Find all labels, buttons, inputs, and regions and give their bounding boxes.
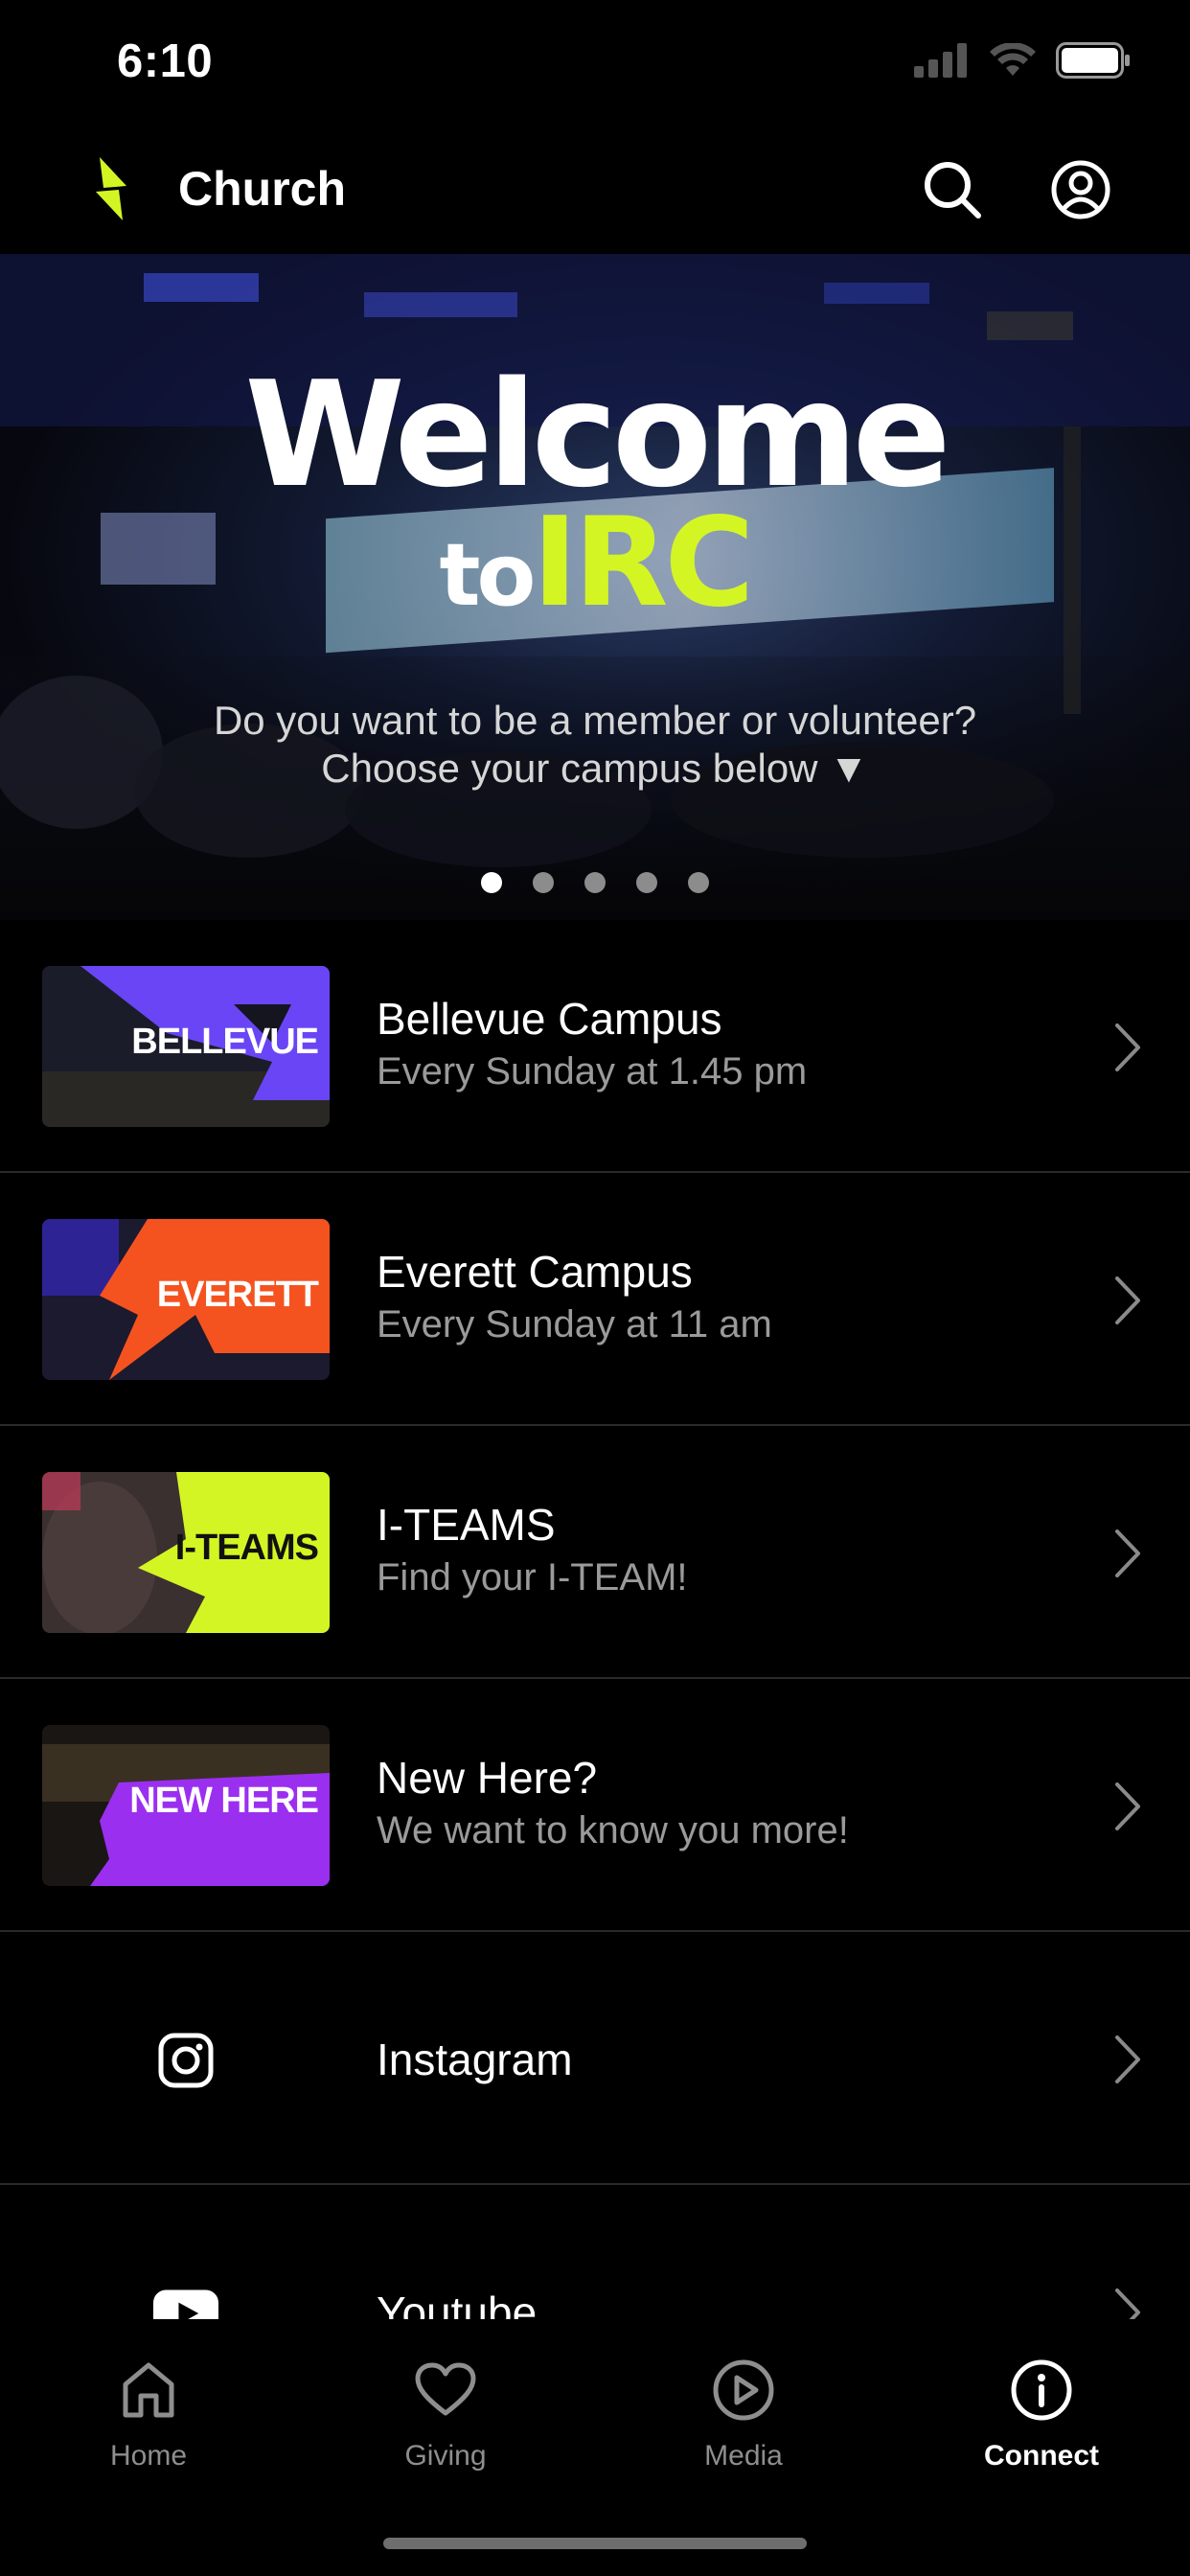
- info-circle-icon: [1011, 2359, 1072, 2421]
- user-circle-icon: [1051, 160, 1110, 219]
- status-icons: [914, 42, 1133, 79]
- thumbnail-label: NEW HERE: [129, 1781, 319, 1821]
- list-item-new-here[interactable]: NEW HERE New Here? We want to know you m…: [0, 1679, 1190, 1932]
- cellular-signal-icon: [914, 43, 967, 78]
- list-item-everett[interactable]: EVERETT Everett Campus Every Sunday at 1…: [0, 1173, 1190, 1426]
- search-icon: [925, 162, 981, 218]
- chevron-right-icon: [1115, 1530, 1140, 1577]
- carousel-dot-1[interactable]: [481, 872, 502, 893]
- list-item-title: Everett Campus: [377, 1247, 693, 1297]
- carousel-dot-3[interactable]: [584, 872, 606, 893]
- thumbnail-bellevue: BELLEVUE: [42, 966, 330, 1127]
- list-item-subtitle: Every Sunday at 1.45 pm: [377, 1050, 808, 1092]
- list-item-title: Instagram: [377, 2035, 573, 2084]
- home-icon: [123, 2362, 174, 2418]
- hero-title-to-irc: toIRC: [0, 492, 1190, 634]
- tab-media[interactable]: Media: [648, 2352, 839, 2472]
- home-indicator[interactable]: [383, 2538, 807, 2549]
- thumbnail-label: BELLEVUE: [131, 1022, 319, 1062]
- tab-label: Connect: [984, 2440, 1099, 2472]
- hero-title-irc: IRC: [532, 492, 754, 634]
- thumbnail-label: I-TEAMS: [174, 1528, 319, 1568]
- status-bar: 6:10: [0, 0, 1190, 129]
- list-item-title: I-TEAMS: [377, 1500, 556, 1550]
- profile-button[interactable]: [1046, 155, 1115, 224]
- tab-label: Media: [704, 2440, 783, 2472]
- tab-home[interactable]: Home: [53, 2352, 244, 2472]
- list-item-subtitle: Every Sunday at 11 am: [377, 1303, 772, 1346]
- status-time: 6:10: [117, 35, 214, 87]
- chevron-right-icon: [1115, 1024, 1140, 1071]
- thumbnail-new-here: NEW HERE: [42, 1725, 330, 1886]
- carousel-dot-5[interactable]: [688, 872, 709, 893]
- connect-list: BELLEVUE Bellevue Campus Every Sunday at…: [0, 920, 1190, 2436]
- search-button[interactable]: [918, 155, 987, 224]
- chevron-right-icon: [1115, 1782, 1140, 1830]
- thumbnail-i-teams: I-TEAMS: [42, 1472, 330, 1633]
- list-item-instagram[interactable]: Instagram: [0, 1932, 1190, 2185]
- wifi-icon: [990, 43, 1036, 76]
- app-header: Church: [0, 144, 1190, 240]
- tab-giving[interactable]: Giving: [350, 2352, 541, 2472]
- thumbnail-label: EVERETT: [156, 1275, 319, 1315]
- list-item-bellevue[interactable]: BELLEVUE Bellevue Campus Every Sunday at…: [0, 920, 1190, 1173]
- list-item-title: Bellevue Campus: [377, 994, 722, 1044]
- hero-title-to: to: [439, 525, 537, 626]
- list-item-subtitle: Find your I-TEAM!: [377, 1556, 688, 1598]
- hero-banner[interactable]: Welcome toIRC Do you want to be a member…: [0, 254, 1190, 920]
- thumbnail-everett: EVERETT: [42, 1219, 330, 1380]
- tab-label: Giving: [404, 2440, 487, 2472]
- chevron-right-icon: [1115, 2036, 1140, 2083]
- instagram-icon: [153, 2028, 218, 2093]
- app-title: Church: [178, 162, 346, 216]
- tab-label: Home: [109, 2440, 188, 2472]
- carousel-dot-4[interactable]: [636, 872, 657, 893]
- carousel-dot-2[interactable]: [533, 872, 554, 893]
- chevron-right-icon: [1115, 1276, 1140, 1324]
- heart-icon: [415, 2362, 476, 2416]
- list-item-title: New Here?: [377, 1753, 598, 1803]
- battery-icon: [1056, 42, 1130, 79]
- list-item-i-teams[interactable]: I-TEAMS I-TEAMS Find your I-TEAM!: [0, 1426, 1190, 1679]
- list-item-subtitle: We want to know you more!: [377, 1809, 849, 1852]
- tab-connect[interactable]: Connect: [946, 2352, 1137, 2472]
- hero-subtitle-line1: Do you want to be a member or volunteer?: [213, 698, 977, 743]
- church-logo-icon: [96, 157, 126, 220]
- play-circle-icon: [713, 2359, 774, 2421]
- carousel-pagination: [0, 872, 1190, 893]
- hero-subtitle-line2: Choose your campus below ▼: [321, 746, 869, 791]
